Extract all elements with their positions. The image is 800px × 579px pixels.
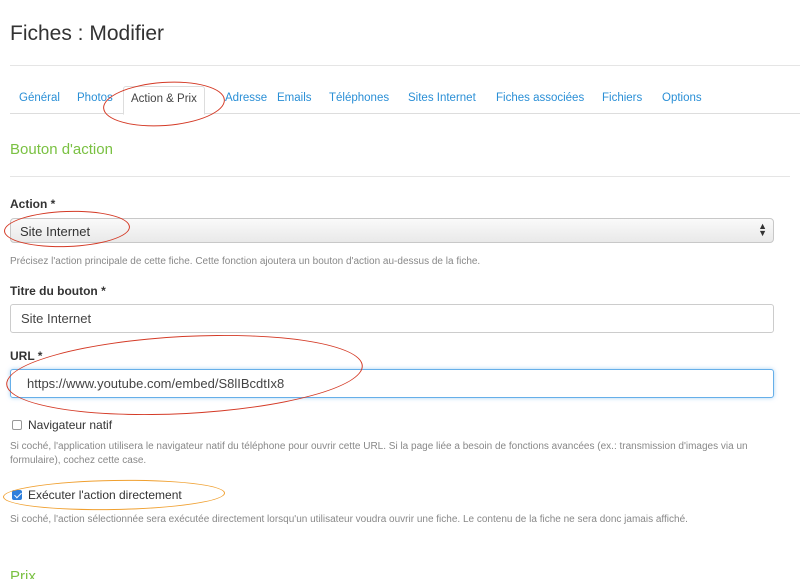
action-help: Précisez l'action principale de cette fi…	[10, 256, 481, 267]
button-title-input[interactable]	[10, 304, 774, 333]
native-browser-label: Navigateur natif	[28, 418, 113, 432]
execute-directly-option[interactable]: Exécuter l'action directement	[12, 488, 182, 502]
section-title-prix: Prix	[10, 568, 36, 579]
action-label: Action *	[10, 197, 56, 211]
tab-options[interactable]: Options	[662, 92, 702, 104]
tab-fichiers[interactable]: Fichiers	[602, 92, 642, 104]
url-input[interactable]	[10, 369, 774, 398]
tab-general[interactable]: Général	[19, 92, 60, 104]
button-title-label: Titre du bouton *	[10, 284, 106, 298]
tab-telephones[interactable]: Téléphones	[329, 92, 389, 104]
native-browser-checkbox[interactable]	[12, 420, 22, 430]
tab-action-prix[interactable]: Action & Prix	[123, 86, 205, 115]
native-browser-help: Si coché, l'application utilisera le nav…	[10, 441, 748, 466]
select-arrows-icon: ▲ ▼	[758, 221, 767, 238]
url-label: URL *	[10, 349, 43, 363]
tab-bar: Général Photos Action & Prix Adresse Ema…	[10, 86, 800, 115]
tab-emails[interactable]: Emails	[277, 92, 312, 104]
section-divider	[10, 176, 790, 177]
tab-sites-internet[interactable]: Sites Internet	[408, 92, 476, 104]
section-title-action: Bouton d'action	[10, 141, 113, 158]
execute-directly-checkbox[interactable]	[12, 490, 22, 500]
tab-fiches-associees[interactable]: Fiches associées	[496, 92, 584, 104]
action-select[interactable]: Site Internet ▲ ▼	[10, 218, 774, 243]
action-select-value: Site Internet	[20, 224, 91, 239]
execute-directly-help: Si coché, l'action sélectionnée sera exé…	[10, 514, 688, 525]
execute-directly-label: Exécuter l'action directement	[28, 488, 182, 502]
tab-adresse[interactable]: Adresse	[225, 92, 267, 104]
page-title: Fiches : Modifier	[10, 22, 165, 45]
tab-photos[interactable]: Photos	[77, 92, 113, 104]
native-browser-option[interactable]: Navigateur natif	[12, 418, 112, 432]
title-divider	[10, 65, 800, 66]
